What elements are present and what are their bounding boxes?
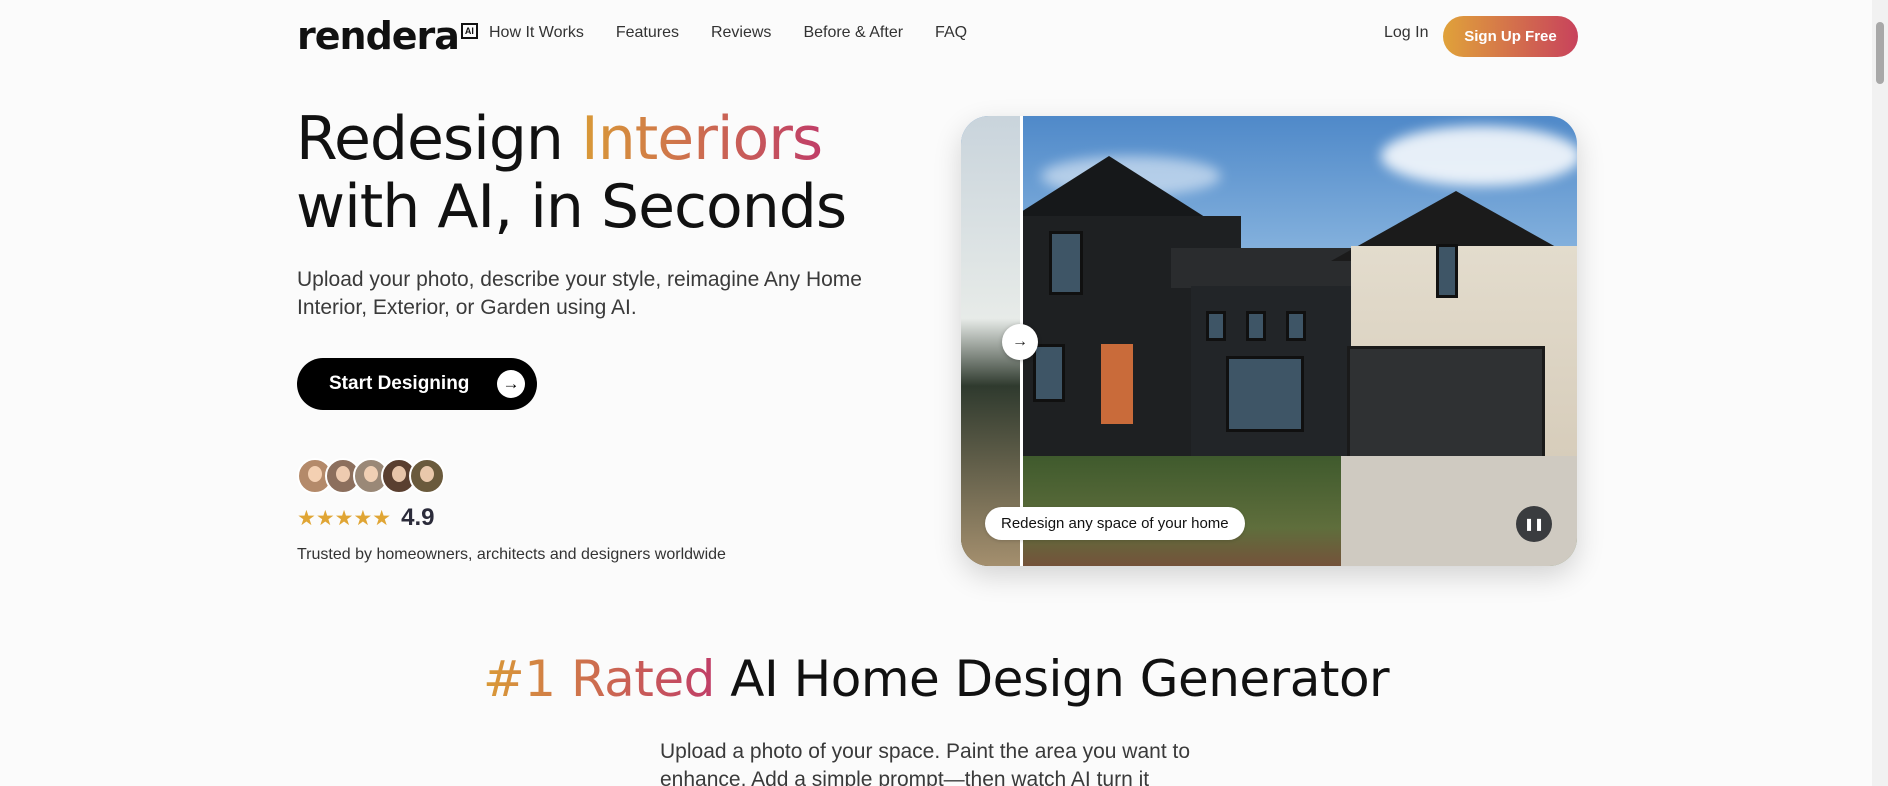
signup-button[interactable]: Sign Up Free [1443,16,1578,57]
section-subtitle: Upload a photo of your space. Paint the … [660,740,1191,786]
start-designing-button[interactable]: Start Designing → [297,358,537,410]
section-title-rest: AI Home Design Generator [714,650,1390,708]
window [1206,311,1226,341]
scrollbar-thumb[interactable] [1876,22,1884,84]
star-rating-icon: ★★★★★ [297,506,392,530]
rating: ★★★★★ 4.9 [297,504,435,532]
avatar [409,458,445,494]
nav-link-before-after[interactable]: Before & After [803,24,903,42]
arrow-right-icon: → [497,370,525,398]
window [1246,311,1266,341]
window [1049,231,1083,295]
logo[interactable]: rendera AI [297,14,478,58]
window [1033,344,1065,402]
hero-subtitle: Upload your photo, describe your style, … [297,268,862,319]
front-door [1101,344,1133,424]
pause-icon: ❚❚ [1523,517,1545,531]
before-after-showcase[interactable]: → Redesign any space of your home ❚❚ [961,116,1577,566]
trusted-text: Trusted by homeowners, architects and de… [297,546,726,563]
arrow-right-icon[interactable]: → [1002,324,1038,360]
page: rendera AI How It Works Features Reviews… [0,0,1888,786]
garage-door [1347,346,1545,462]
window [1286,311,1306,341]
window [1226,356,1304,432]
scrollbar[interactable] [1872,0,1888,786]
top-nav: rendera AI How It Works Features Reviews… [0,0,1872,68]
hero-title-part1: Redesign [296,104,582,174]
rating-score: 4.9 [401,504,435,531]
start-designing-label: Start Designing [329,373,470,394]
logo-ai-badge: AI [460,23,478,39]
user-avatars [297,458,445,494]
showcase-caption: Redesign any space of your home [985,507,1245,540]
cloud-shape [1381,126,1577,186]
hero-title-part2: with AI, in Seconds [296,172,847,242]
nav-link-faq[interactable]: FAQ [935,24,967,42]
section-title: #1 Rated AI Home Design Generator [0,650,1872,708]
nav-links: How It Works Features Reviews Before & A… [489,24,967,42]
section-title-highlight: #1 Rated [482,650,716,708]
window [1436,244,1458,298]
login-link[interactable]: Log In [1384,24,1428,42]
hero-title: Redesign Interiors with AI, in Seconds [296,105,896,241]
hero-title-highlight: Interiors [581,104,823,174]
logo-wordmark: rendera [297,14,460,58]
nav-link-features[interactable]: Features [616,24,679,42]
nav-link-reviews[interactable]: Reviews [711,24,771,42]
nav-link-how-it-works[interactable]: How It Works [489,24,584,42]
pause-button[interactable]: ❚❚ [1516,506,1552,542]
